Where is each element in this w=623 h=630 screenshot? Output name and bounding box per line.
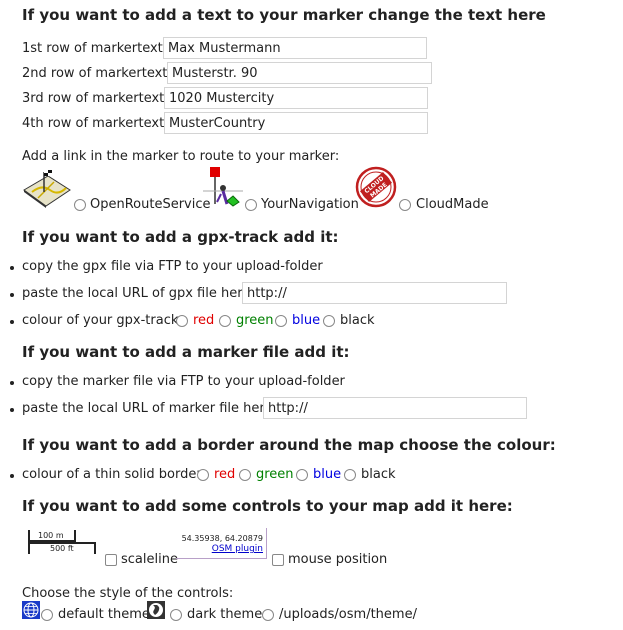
controls-heading: If you want to add some controls to your…: [22, 497, 513, 515]
theme-dark-radio[interactable]: [170, 609, 182, 621]
mouse-position-checkbox[interactable]: [272, 554, 284, 566]
row2-label: 2nd row of markertext:: [22, 66, 172, 81]
bullet: [10, 474, 14, 478]
marker-file-heading: If you want to add a marker file add it:: [22, 343, 350, 361]
theme-label: Choose the style of the controls:: [22, 586, 234, 601]
row1-label: 1st row of markertext:: [22, 41, 168, 56]
gpx-colour-label: colour of your gpx-track:: [22, 313, 183, 328]
border-colour-blue-radio[interactable]: [296, 469, 308, 481]
scaleline-preview: 100 m 500 ft: [28, 530, 98, 558]
cloudmade-icon: CLOUD MADE: [355, 166, 397, 208]
bullet: [10, 381, 14, 385]
theme-dark-label: dark theme: [187, 607, 263, 622]
border-colour-black-label: black: [361, 467, 396, 482]
border-colour-green-radio[interactable]: [239, 469, 251, 481]
gpx-url-label: paste the local URL of gpx file here:: [22, 286, 255, 301]
theme-custom-label: /uploads/osm/theme/: [279, 607, 417, 622]
theme-default-label: default theme: [58, 607, 150, 622]
row3-label: 3rd row of markertext:: [22, 91, 169, 106]
border-colour-red-radio[interactable]: [197, 469, 209, 481]
route-yournavigation-radio[interactable]: [245, 199, 257, 211]
scaleline-checkbox[interactable]: [105, 554, 117, 566]
bullet: [10, 408, 14, 412]
gpx-colour-blue-label: blue: [292, 313, 321, 328]
row3-input[interactable]: [164, 87, 428, 109]
border-colour-green-label: green: [256, 467, 294, 482]
default-theme-globe-icon: [22, 601, 40, 619]
row4-label: 4th row of markertext:: [22, 116, 169, 131]
border-colour-blue-label: blue: [313, 467, 342, 482]
bullet: [10, 266, 14, 270]
theme-default-radio[interactable]: [41, 609, 53, 621]
gpx-colour-black-label: black: [340, 313, 375, 328]
row1-input[interactable]: [163, 37, 427, 59]
route-openrouteservice-radio[interactable]: [74, 199, 86, 211]
route-cloudmade-radio[interactable]: [399, 199, 411, 211]
gpx-colour-red-radio[interactable]: [176, 315, 188, 327]
route-link-label: Add a link in the marker to route to you…: [22, 149, 340, 164]
border-colour-red-label: red: [214, 467, 236, 482]
route-yournavigation-label: YourNavigation: [261, 197, 359, 212]
coords-text: 54.35938, 64.20879: [181, 534, 263, 543]
gpx-colour-red-label: red: [193, 313, 215, 328]
gpx-heading: If you want to add a gpx-track add it:: [22, 228, 339, 246]
gpx-url-input[interactable]: [242, 282, 507, 304]
dark-theme-globe-icon: [147, 601, 165, 619]
bullet: [10, 320, 14, 324]
route-cloudmade-label: CloudMade: [416, 197, 489, 212]
osm-plugin-link[interactable]: OSM plugin: [212, 544, 263, 554]
yournavigation-icon: [203, 164, 243, 208]
gpx-colour-blue-radio[interactable]: [275, 315, 287, 327]
border-heading: If you want to add a border around the m…: [22, 436, 556, 454]
scale-top-label: 100 m: [38, 531, 64, 540]
scale-bottom-label: 500 ft: [50, 544, 74, 553]
mouse-position-preview: 54.35938, 64.20879 OSM plugin: [176, 528, 267, 559]
border-colour-black-radio[interactable]: [344, 469, 356, 481]
row4-input[interactable]: [164, 112, 428, 134]
gpx-step1: copy the gpx file via FTP to your upload…: [22, 259, 323, 274]
openrouteservice-icon: [20, 168, 72, 208]
row2-input[interactable]: [167, 62, 432, 84]
gpx-colour-green-label: green: [236, 313, 274, 328]
scaleline-label: scaleline: [121, 552, 178, 567]
marker-file-url-input[interactable]: [263, 397, 527, 419]
marker-file-url-label: paste the local URL of marker file here:: [22, 401, 277, 416]
route-openrouteservice-label: OpenRouteService: [90, 197, 211, 212]
gpx-colour-black-radio[interactable]: [323, 315, 335, 327]
theme-custom-radio[interactable]: [262, 609, 274, 621]
bullet: [10, 293, 14, 297]
marker-file-step1: copy the marker file via FTP to your upl…: [22, 374, 345, 389]
marker-text-heading: If you want to add a text to your marker…: [22, 6, 546, 24]
border-colour-label: colour of a thin solid border:: [22, 467, 206, 482]
gpx-colour-green-radio[interactable]: [219, 315, 231, 327]
mouse-position-label: mouse position: [288, 552, 388, 567]
